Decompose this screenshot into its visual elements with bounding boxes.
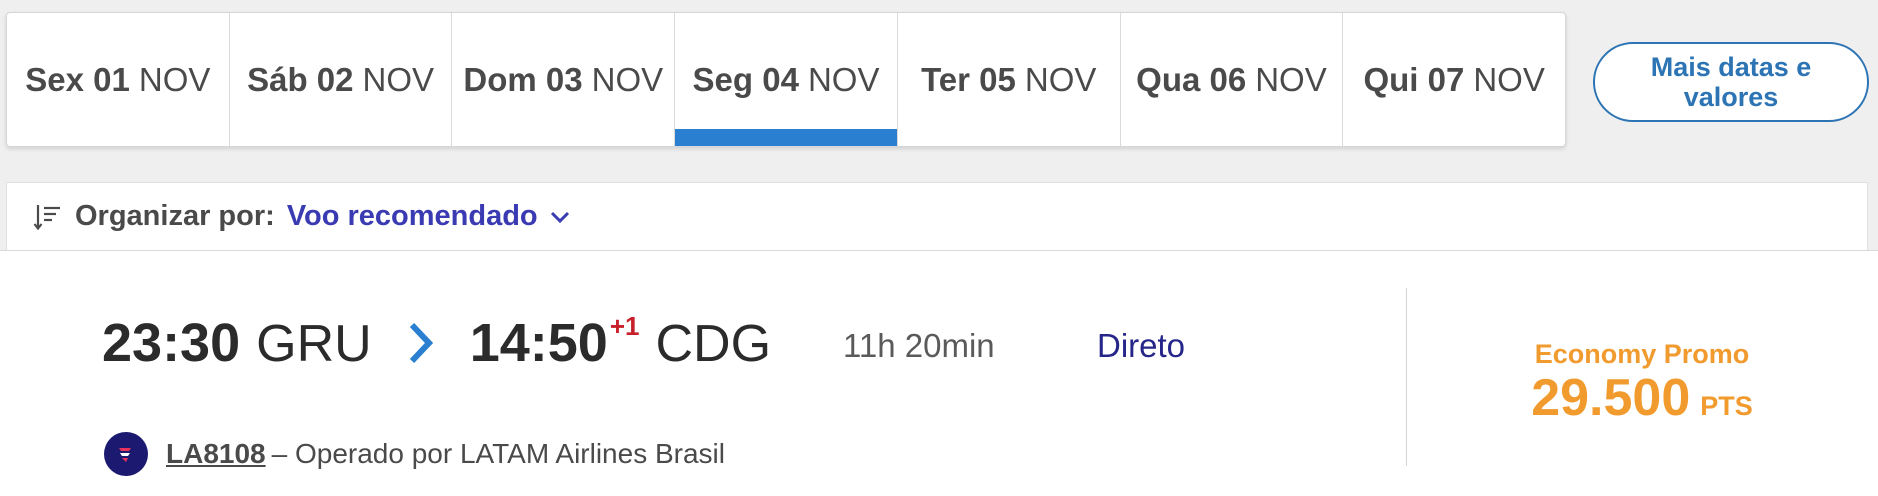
flight-number-link[interactable]: LA8108 (166, 438, 266, 470)
date-tab-month: NOV (1473, 60, 1545, 98)
date-tab-day: Dom 03 (463, 60, 583, 98)
flight-times: 23:30 GRU 14:50 +1 CDG (102, 311, 772, 374)
date-tab-4[interactable]: Ter 05 NOV (898, 13, 1121, 146)
destination-airport: CDG (655, 315, 772, 373)
active-indicator (675, 129, 897, 146)
date-tab-month: NOV (1255, 60, 1327, 98)
operated-by: – Operado por LATAM Airlines Brasil (271, 438, 725, 469)
date-tab-day: Ter 05 (921, 60, 1016, 98)
date-tab-month: NOV (138, 60, 211, 98)
sort-dropdown[interactable]: Voo recomendado (287, 200, 570, 233)
origin-airport: GRU (256, 315, 372, 373)
sort-icon (33, 203, 61, 231)
fare-class[interactable]: Economy Promo (1406, 339, 1878, 370)
date-tab-month: NOV (1024, 60, 1097, 98)
sort-bar: Organizar por: Voo recomendado (6, 182, 1868, 250)
day-offset-badge: +1 (609, 311, 640, 341)
chevron-right-icon (408, 321, 434, 365)
date-tab-month: NOV (591, 60, 664, 98)
airline-logo-icon (104, 432, 148, 476)
date-tab-3[interactable]: Seg 04 NOV (675, 13, 898, 146)
price-unit: PTS (1700, 391, 1753, 421)
date-tab-6[interactable]: Qui 07 NOV (1343, 13, 1565, 146)
flight-operator-info: LA8108 – Operado por LATAM Airlines Bras… (104, 432, 725, 476)
date-tab-1[interactable]: Sáb 02 NOV (230, 13, 453, 146)
more-dates-button[interactable]: Mais datas e valores (1593, 42, 1869, 122)
date-tab-0[interactable]: Sex 01 NOV (7, 13, 230, 146)
date-tab-day: Sáb 02 (247, 60, 354, 98)
stops-link[interactable]: Direto (1097, 327, 1185, 365)
date-tab-2[interactable]: Dom 03 NOV (452, 13, 676, 146)
date-tab-day: Qua 06 (1136, 60, 1247, 98)
date-tab-5[interactable]: Qua 06 NOV (1121, 13, 1344, 146)
sort-value: Voo recomendado (286, 200, 538, 232)
date-tab-day: Qui 07 (1363, 60, 1465, 98)
date-tab-day: Sex 01 (25, 60, 130, 98)
sort-label: Organizar por: (75, 200, 275, 232)
departure-time: 23:30 (102, 313, 241, 373)
date-tab-month: NOV (807, 60, 880, 98)
flight-duration: 11h 20min (843, 327, 995, 364)
fare-price[interactable]: 29.500 PTS (1406, 368, 1878, 428)
date-tab-day: Seg 04 (692, 60, 799, 98)
date-tab-month: NOV (362, 60, 435, 98)
arrival-time: 14:50 (469, 313, 608, 373)
date-selector: Sex 01 NOV Sáb 02 NOV Dom 03 NOV Seg 04 NOV … (6, 12, 1566, 147)
chevron-down-icon (550, 210, 570, 224)
price-amount: 29.500 (1531, 369, 1691, 427)
